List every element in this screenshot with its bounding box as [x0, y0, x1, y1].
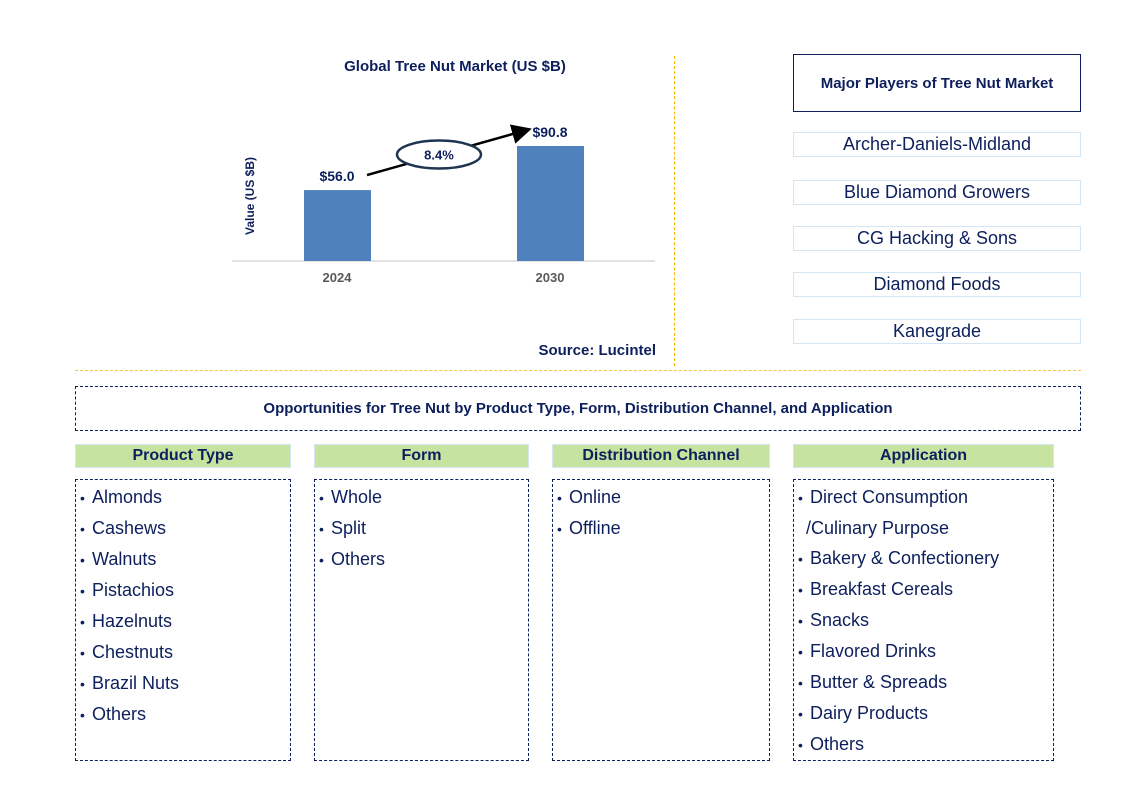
bullet-icon: •	[798, 582, 803, 598]
segment-item-label: Dairy Products	[810, 703, 929, 723]
source-label: Source: Lucintel	[538, 342, 656, 359]
horizontal-divider	[75, 370, 1081, 371]
player-item: Archer-Daniels-Midland	[793, 132, 1081, 157]
segment-item-label: Hazelnuts	[92, 611, 173, 631]
segment-item: • Butter & Spreads	[794, 667, 1053, 698]
bullet-icon: •	[80, 676, 85, 692]
x-tick-label: 2030	[536, 270, 565, 285]
segment-header-distribution-channel: Distribution Channel	[552, 444, 770, 468]
segment-item-label: Others	[810, 734, 865, 754]
segment-item: • Bakery & Confectionery	[794, 543, 1053, 574]
segment-item-label: Others	[92, 704, 147, 724]
data-label: $56.0	[319, 168, 354, 184]
bullet-icon: •	[798, 706, 803, 722]
segment-item: • Offline	[553, 513, 769, 544]
vertical-divider	[674, 56, 675, 366]
cagr-label: 8.4%	[424, 148, 454, 163]
segment-item-label: Snacks	[810, 610, 870, 630]
segment-item-label: Offline	[569, 518, 621, 538]
segment-item-label: Walnuts	[92, 549, 157, 569]
segment-header-application: Application	[793, 444, 1054, 468]
segment-list-product-type: • Almonds • Cashews • Walnuts • Pistachios • Haze…	[75, 479, 291, 761]
segment-item-label: Breakfast Cereals	[810, 579, 954, 599]
segment-header-product-type: Product Type	[75, 444, 291, 468]
segment-item-label: Almonds	[92, 487, 163, 507]
y-axis-label: Value (US $B)	[243, 157, 257, 235]
player-item: Diamond Foods	[793, 272, 1081, 297]
segment-list-distribution-channel: • Online • Offline	[552, 479, 770, 761]
segment-item-label: Pistachios	[92, 580, 175, 600]
segment-item: • Almonds	[76, 482, 290, 513]
bar-2030	[517, 146, 584, 261]
segment-list-form: • Whole • Split • Others	[314, 479, 529, 761]
segment-item-label: Split	[331, 518, 367, 538]
bullet-icon: •	[557, 490, 562, 506]
segment-item: • Snacks	[794, 605, 1053, 636]
bar-2024	[304, 190, 371, 261]
bullet-icon: •	[319, 552, 324, 568]
segment-item: • Pistachios	[76, 575, 290, 606]
bullet-icon: •	[798, 490, 803, 506]
player-item: CG Hacking & Sons	[793, 226, 1081, 251]
segment-header-form: Form	[314, 444, 529, 468]
segment-item-label: Direct Consumption	[810, 487, 969, 507]
bullet-icon: •	[557, 521, 562, 537]
bullet-icon: •	[80, 645, 85, 661]
segment-item: • Online	[553, 482, 769, 513]
bullet-icon: •	[80, 521, 85, 537]
chart-title: Global Tree Nut Market (US $B)	[344, 58, 566, 75]
bullet-icon: •	[798, 675, 803, 691]
segment-item: • Chestnuts	[76, 637, 290, 668]
bullet-icon: •	[798, 644, 803, 660]
segment-item: • Flavored Drinks	[794, 636, 1053, 667]
segment-item: • Dairy Products	[794, 698, 1053, 729]
segment-item: /Culinary Purpose	[794, 513, 1053, 543]
segment-item-label: Flavored Drinks	[810, 641, 937, 661]
bullet-icon: •	[798, 737, 803, 753]
bullet-icon: •	[80, 583, 85, 599]
segment-item-label: /Culinary Purpose	[806, 518, 950, 538]
data-label: $90.8	[532, 124, 567, 140]
x-tick-label: 2024	[323, 270, 353, 285]
segment-item: • Walnuts	[76, 544, 290, 575]
players-title: Major Players of Tree Nut Market	[793, 54, 1081, 112]
segment-item: • Others	[794, 729, 1053, 760]
segment-item-label: Bakery & Confectionery	[810, 548, 1000, 568]
segment-item-label: Butter & Spreads	[810, 672, 948, 692]
segment-item: • Others	[315, 544, 528, 575]
segment-item-label: Whole	[331, 487, 383, 507]
segment-item-label: Others	[331, 549, 386, 569]
segment-item: • Others	[76, 699, 290, 730]
bullet-icon: •	[319, 490, 324, 506]
segment-item: • Breakfast Cereals	[794, 574, 1053, 605]
bullet-icon: •	[798, 551, 803, 567]
segment-item-label: Cashews	[92, 518, 167, 538]
opportunities-title: Opportunities for Tree Nut by Product Ty…	[75, 386, 1081, 431]
segment-item: • Brazil Nuts	[76, 668, 290, 699]
bar-chart: Value (US $B) $56.0 2024 $90.8 2030 8.4%	[232, 124, 655, 285]
segment-list-application: • Direct Consumption/Culinary Purpose • Bak…	[793, 479, 1054, 761]
bullet-icon: •	[798, 613, 803, 629]
player-item: Kanegrade	[793, 319, 1081, 344]
segment-item: • Cashews	[76, 513, 290, 544]
segment-item-label: Brazil Nuts	[92, 673, 180, 693]
bullet-icon: •	[80, 707, 85, 723]
segment-item: • Whole	[315, 482, 528, 513]
bullet-icon: •	[80, 614, 85, 630]
bullet-icon: •	[80, 552, 85, 568]
player-item: Blue Diamond Growers	[793, 180, 1081, 205]
segment-item: • Split	[315, 513, 528, 544]
segment-item: • Hazelnuts	[76, 606, 290, 637]
segment-item-label: Chestnuts	[92, 642, 174, 662]
segment-item-label: Online	[569, 487, 622, 507]
bullet-icon: •	[319, 521, 324, 537]
bullet-icon: •	[80, 490, 85, 506]
segment-item: • Direct Consumption	[794, 482, 1053, 513]
